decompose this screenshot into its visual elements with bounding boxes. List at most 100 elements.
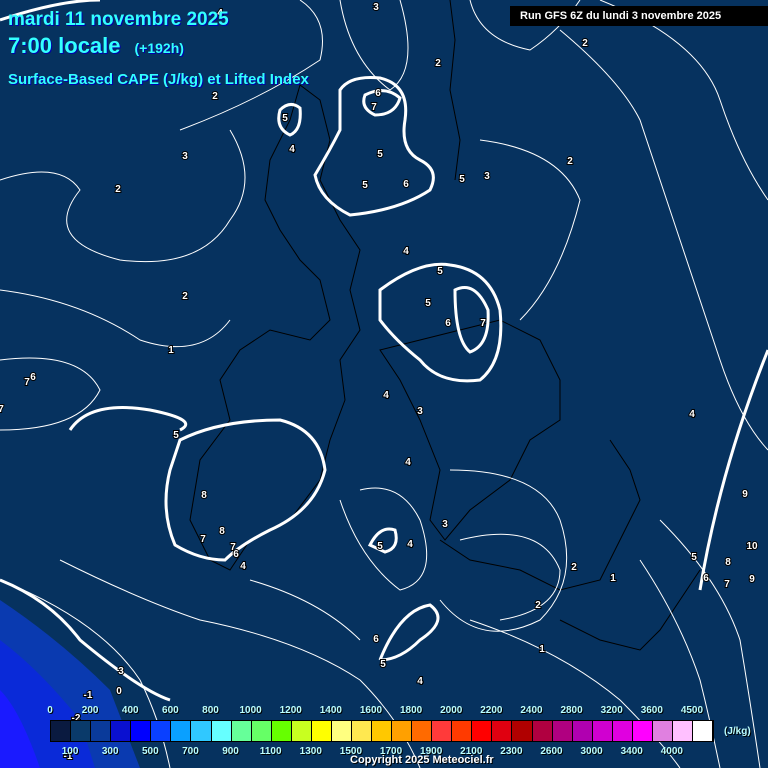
contour-label: 6 (373, 634, 379, 645)
contour-label: 5 (459, 174, 465, 185)
contour-label: 4 (407, 539, 413, 550)
contour-label: 5 (362, 180, 368, 191)
legend-bottom-label: 2600 (540, 746, 563, 757)
legend-top-label: 0 (47, 705, 53, 716)
legend-swatch (472, 721, 493, 741)
contour-label: 5 (380, 659, 386, 670)
legend-top-label: 800 (202, 705, 219, 716)
legend-swatch (592, 721, 613, 741)
legend-bottom-label: 3400 (620, 746, 643, 757)
legend-top-label: 2200 (480, 705, 503, 716)
contour-label: 2 (535, 600, 541, 611)
legend-swatch (492, 721, 513, 741)
contour-label: 5 (691, 552, 697, 563)
legend-bottom-label: 2300 (500, 746, 523, 757)
legend-top-label: 200 (81, 705, 99, 716)
cape-map: 43224232546755 6 5 324556 7217 654348786745 43… (0, 0, 768, 768)
contour-label: 2 (115, 184, 121, 195)
legend-swatch (512, 721, 533, 741)
legend-swatch (211, 721, 232, 741)
contour-label: 9 (749, 574, 755, 585)
legend-swatch (291, 721, 312, 741)
legend-bottom-label: 300 (101, 746, 119, 757)
legend-unit: (J/kg) (724, 726, 751, 737)
contour-label: 5 (377, 541, 383, 552)
legend-swatch (251, 721, 272, 741)
product-title: Surface-Based CAPE (J/kg) et Lifted Inde… (8, 71, 309, 88)
contour-label: 9 (742, 489, 748, 500)
negative-li-area (0, 600, 140, 768)
legend-swatch (171, 721, 192, 741)
legend-bottom-label: 100 (61, 746, 79, 757)
legend-swatch (271, 721, 292, 741)
contour-label: 3 (484, 171, 490, 182)
legend-bottom-label: 3000 (580, 746, 603, 757)
li-contours-thick (0, 0, 768, 702)
legend-swatch (392, 721, 413, 741)
forecast-offset: (+192h) (134, 40, 184, 56)
contour-label: 7 (480, 318, 486, 329)
contour-label: -1 (84, 690, 93, 701)
contour-label: 6 (703, 573, 709, 584)
legend-top-label: 3200 (600, 705, 623, 716)
contour-label: 4 (689, 409, 695, 420)
contour-label: 6 (375, 88, 381, 99)
legend-swatch (91, 721, 112, 741)
contour-label: 8 (219, 526, 225, 537)
contour-label: 7 (0, 404, 4, 415)
contour-label: 4 (383, 390, 389, 401)
legend-swatch (331, 721, 352, 741)
contour-label: 2 (182, 291, 188, 302)
legend-top-label: 3600 (640, 705, 663, 716)
legend-top-label: 1000 (239, 705, 262, 716)
contour-label: 5 (437, 266, 443, 277)
contour-label: 8 (201, 490, 207, 501)
legend-top-label: 1800 (399, 705, 423, 716)
legend-swatch (71, 721, 92, 741)
copyright: Copyright 2025 Meteociel.fr (350, 754, 494, 766)
contour-label: 5 (377, 149, 383, 160)
contour-label: 4 (405, 457, 411, 468)
contour-label: 8 (725, 557, 731, 568)
contour-label: 7 (371, 102, 377, 113)
legend-top-label: 1600 (359, 705, 383, 716)
legend-swatch (612, 721, 633, 741)
legend-top-label: 2400 (520, 705, 543, 716)
legend-swatch (532, 721, 553, 741)
contour-label: 3 (182, 151, 188, 162)
contour-label: 4 (240, 561, 246, 572)
contour-label: 4 (403, 246, 409, 257)
legend-top-label: 400 (121, 705, 139, 716)
legend-swatch (51, 721, 72, 741)
legend-swatch (191, 721, 212, 741)
forecast-date: mardi 11 novembre 2025 (8, 9, 229, 30)
contour-label: 1 (168, 345, 174, 356)
contour-label: 6 (30, 372, 36, 383)
legend-swatch (231, 721, 252, 741)
legend-bottom-label: 1300 (299, 746, 322, 757)
contour-label: 5 (173, 430, 179, 441)
legend-top-label: 2000 (440, 705, 463, 716)
contour-label: 3 (118, 666, 124, 677)
legend-bottom-label: 700 (182, 746, 199, 757)
legend-top-label: 1200 (279, 705, 302, 716)
contour-label: 2 (435, 58, 441, 69)
contour-label: 7 (230, 542, 236, 553)
contour-label: 3 (373, 2, 379, 13)
contour-label: 2 (582, 38, 588, 49)
legend-top-label: 4500 (680, 705, 704, 716)
legend-swatch (572, 721, 593, 741)
legend-swatch (672, 721, 693, 741)
contour-label: 4 (289, 144, 295, 155)
contour-label: 3 (442, 519, 448, 530)
forecast-time: 7:00 locale (+192h) (8, 33, 184, 59)
legend-bottom-label: 1100 (259, 746, 282, 757)
legend-swatch (372, 721, 393, 741)
contour-label: 2 (571, 562, 577, 573)
contour-label: 2 (212, 91, 218, 102)
contour-label: 1 (610, 573, 616, 584)
legend-swatch (311, 721, 332, 741)
contour-label: 0 (116, 686, 122, 697)
contour-label: 2 (567, 156, 573, 167)
legend-top-label: 1400 (319, 705, 342, 716)
